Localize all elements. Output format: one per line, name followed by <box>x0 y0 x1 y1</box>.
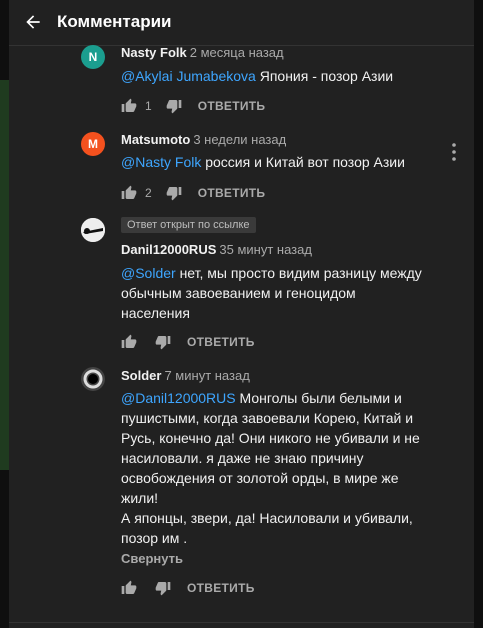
comment-header: Nasty Folk 2 месяца назад <box>121 45 284 60</box>
comment-text: @Akylai Jumabekova Япония - позор Азии <box>121 66 393 86</box>
comment-time[interactable]: 7 минут назад <box>164 368 249 383</box>
thumb-up-icon[interactable] <box>121 185 137 201</box>
comment-author[interactable]: Matsumoto <box>121 132 190 147</box>
like-count: 1 <box>145 99 152 113</box>
mention-link[interactable]: @Akylai Jumabekova <box>121 68 256 84</box>
comment-body-line: Русь, конечно да! Они никого не убивали … <box>121 430 420 446</box>
thumb-up-icon[interactable] <box>121 580 137 596</box>
comment-text: @Nasty Folk россия и Китай вот позор Ази… <box>121 152 405 172</box>
reply-button[interactable]: ОТВЕТИТЬ <box>198 186 266 200</box>
comment-header: Matsumoto 3 недели назад <box>121 132 286 147</box>
page-title: Комментарии <box>57 12 172 31</box>
thumb-up-icon[interactable] <box>121 98 137 114</box>
thumb-down-icon[interactable] <box>166 185 182 201</box>
comment-body-line: Монголы были белыми и <box>235 390 402 406</box>
comment-time[interactable]: 3 недели назад <box>193 132 286 147</box>
comment-body-line: А японцы, звери, да! Насиловали и убивал… <box>121 510 413 526</box>
comment-body-line: жили! <box>121 490 159 506</box>
comment-author[interactable]: Danil12000RUS <box>121 242 216 257</box>
background-video-strip <box>0 0 9 628</box>
comment-time[interactable]: 35 минут назад <box>219 242 312 257</box>
comment-text: @Solder нет, мы просто видим разницу меж… <box>121 263 451 323</box>
background-video-content <box>0 80 9 470</box>
comment-body-line: позор им . <box>121 530 188 546</box>
comment-body-line: обычным завоеванием и геноцидом <box>121 285 356 301</box>
avatar-letter: N <box>88 50 98 64</box>
avatar[interactable]: M <box>81 132 105 156</box>
avatar[interactable]: N <box>81 45 105 69</box>
comment-header: Solder 7 минут назад <box>121 368 250 383</box>
avatar[interactable] <box>81 367 105 391</box>
arrow-back-icon[interactable] <box>23 12 43 32</box>
comment-actions: ОТВЕТИТЬ <box>121 578 255 598</box>
collapse-link[interactable]: Свернуть <box>121 551 183 566</box>
comment-text: @Danil12000RUS Монголы были белыми и пуш… <box>121 388 461 548</box>
comment-body-line: пушистыми, когда завоевали Корею, Китай … <box>121 410 414 426</box>
thumb-down-icon[interactable] <box>155 580 171 596</box>
reply-button[interactable]: ОТВЕТИТЬ <box>198 99 266 113</box>
reply-button[interactable]: ОТВЕТИТЬ <box>187 335 255 349</box>
background-right-strip <box>474 0 483 628</box>
more-vert-icon[interactable] <box>452 143 456 161</box>
like-count: 2 <box>145 186 152 200</box>
mention-link[interactable]: @Danil12000RUS <box>121 390 236 406</box>
mention-link[interactable]: @Solder <box>121 265 176 281</box>
mention-link[interactable]: @Nasty Folk <box>121 154 201 170</box>
comment-body-line: нет, мы просто видим разницу между <box>175 265 422 281</box>
thumb-up-icon[interactable] <box>121 334 137 350</box>
comment-author[interactable]: Solder <box>121 368 161 383</box>
comment-time[interactable]: 2 месяца назад <box>190 45 284 60</box>
comment-body-line: насиловали. я даже не знаю причину <box>121 450 364 466</box>
comment-author[interactable]: Nasty Folk <box>121 45 187 60</box>
comment-body-line: освобождения от золотой орды, в мире же <box>121 470 399 486</box>
avatar-image <box>81 218 105 242</box>
comment-actions: 1 ОТВЕТИТЬ <box>121 96 265 116</box>
avatar-image <box>81 367 105 391</box>
panel-header: Комментарии <box>9 0 474 46</box>
comment-body: россия и Китай вот позор Азии <box>201 154 405 170</box>
thumb-down-icon[interactable] <box>155 334 171 350</box>
linked-reply-badge: Ответ открыт по ссылке <box>121 217 256 233</box>
comment-body-line: населения <box>121 305 190 321</box>
comment-body: Япония - позор Азии <box>255 68 394 84</box>
comment-actions: 2 ОТВЕТИТЬ <box>121 183 265 203</box>
avatar-letter: M <box>88 137 98 151</box>
thumb-down-icon[interactable] <box>166 98 182 114</box>
comment-actions: ОТВЕТИТЬ <box>121 332 255 352</box>
comment-header: Danil12000RUS 35 минут назад <box>121 242 312 257</box>
avatar[interactable] <box>81 218 105 242</box>
divider <box>9 622 474 623</box>
comments-panel: Комментарии N Nasty Folk 2 месяца назад @… <box>9 0 474 628</box>
reply-button[interactable]: ОТВЕТИТЬ <box>187 581 255 595</box>
